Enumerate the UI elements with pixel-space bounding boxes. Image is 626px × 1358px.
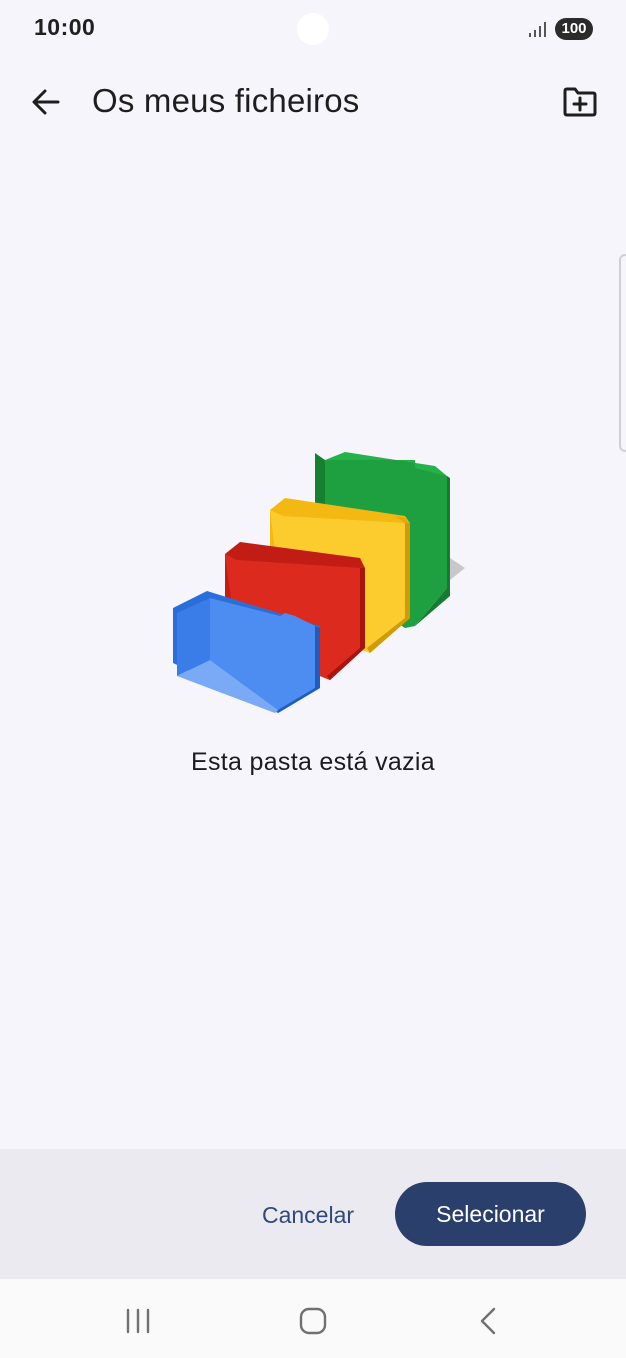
camera-hole xyxy=(297,13,329,45)
battery-icon: 100 xyxy=(555,18,593,40)
arrow-left-icon xyxy=(32,89,60,115)
page-title: Os meus ficheiros xyxy=(92,82,360,119)
status-time: 10:00 xyxy=(34,14,96,40)
nav-back-button[interactable] xyxy=(458,1293,518,1349)
status-bar: 10:00 100 xyxy=(0,0,626,58)
new-folder-button[interactable] xyxy=(556,80,604,124)
recent-apps-icon xyxy=(126,1308,150,1334)
back-icon xyxy=(480,1307,496,1335)
scroll-handle[interactable] xyxy=(619,254,626,452)
empty-folder-message: Esta pasta está vazia xyxy=(191,748,435,776)
signal-icon xyxy=(529,22,546,37)
back-button[interactable] xyxy=(22,80,70,124)
navigation-bar xyxy=(0,1279,626,1358)
action-bar: Cancelar Selecionar xyxy=(0,1149,626,1279)
recent-apps-button[interactable] xyxy=(108,1293,168,1349)
home-icon xyxy=(299,1307,327,1335)
select-button[interactable]: Selecionar xyxy=(395,1182,586,1246)
home-button[interactable] xyxy=(283,1293,343,1349)
new-folder-icon xyxy=(563,87,597,117)
app-bar: Os meus ficheiros xyxy=(0,72,626,132)
cancel-button[interactable]: Cancelar xyxy=(244,1189,372,1241)
colored-folders-illustration xyxy=(173,452,465,713)
